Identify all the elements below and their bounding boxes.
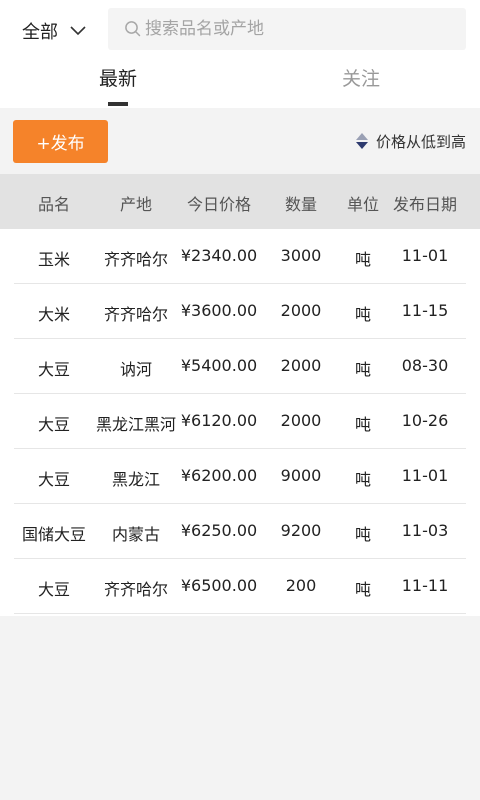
- cell-origin: 齐齐哈尔: [103, 250, 168, 269]
- search-input[interactable]: [145, 19, 445, 39]
- action-bar: +发布 价格从低到高: [0, 108, 480, 174]
- category-filter-label: 全部: [22, 22, 58, 43]
- column-header-price: 今日价格: [186, 195, 251, 214]
- cell-name: 大豆: [37, 360, 70, 379]
- tab-following[interactable]: 关注: [301, 64, 421, 100]
- cell-price: ¥2340.00: [180, 246, 258, 265]
- cell-origin: 黑龙江黑河: [95, 415, 176, 434]
- listing-table: 玉米 齐齐哈尔 ¥2340.00 3000 吨 11-01 大米 齐齐哈尔 ¥3…: [0, 229, 480, 616]
- category-filter-dropdown[interactable]: 全部: [22, 14, 86, 48]
- column-header-origin: 产地: [119, 195, 152, 214]
- search-icon: [124, 20, 142, 38]
- cell-price: ¥6500.00: [180, 576, 258, 595]
- column-header-date: 发布日期: [392, 195, 457, 214]
- active-tab-indicator: [108, 102, 128, 106]
- sort-label: 价格从低到高: [375, 132, 466, 151]
- column-header-name: 品名: [37, 195, 70, 214]
- sort-icon: [355, 132, 369, 150]
- price-sort-toggle[interactable]: 价格从低到高: [355, 130, 466, 152]
- cell-name: 玉米: [37, 250, 70, 269]
- table-header: 品名 产地 今日价格 数量 单位 发布日期: [0, 174, 480, 229]
- top-bar: 全部 最新 关注: [0, 0, 480, 108]
- cell-origin: 内蒙古: [111, 525, 160, 544]
- cell-name: 大米: [37, 305, 70, 324]
- cell-origin: 讷河: [119, 360, 152, 379]
- cell-price: ¥6120.00: [180, 411, 258, 430]
- cell-date: 11-11: [401, 576, 449, 595]
- publish-button[interactable]: +发布: [13, 120, 108, 163]
- tab-latest[interactable]: 最新: [58, 64, 178, 100]
- cell-date: 11-03: [401, 521, 449, 540]
- table-row[interactable]: 大豆 黑龙江 ¥6200.00 9000 吨 11-01: [0, 449, 480, 504]
- table-row[interactable]: 国储大豆 内蒙古 ¥6250.00 9200 吨 11-03: [0, 504, 480, 559]
- search-box[interactable]: [108, 8, 466, 50]
- cell-name: 大豆: [37, 470, 70, 489]
- cell-price: ¥6250.00: [180, 521, 258, 540]
- cell-date: 10-26: [401, 411, 449, 430]
- table-row[interactable]: 大豆 讷河 ¥5400.00 2000 吨 08-30: [0, 339, 480, 394]
- table-row[interactable]: 大豆 黑龙江黑河 ¥6120.00 2000 吨 10-26: [0, 394, 480, 449]
- cell-date: 11-01: [401, 466, 449, 485]
- cell-price: ¥3600.00: [180, 301, 258, 320]
- chevron-down-icon: [70, 23, 86, 39]
- cell-price: ¥5400.00: [180, 356, 258, 375]
- cell-price: ¥6200.00: [180, 466, 258, 485]
- cell-origin: 齐齐哈尔: [103, 580, 168, 599]
- cell-name: 大豆: [37, 415, 70, 434]
- cell-name: 国储大豆: [21, 525, 86, 544]
- table-row[interactable]: 大豆 齐齐哈尔 ¥6500.00 200 吨 11-11: [0, 559, 480, 614]
- cell-date: 08-30: [401, 356, 449, 375]
- cell-origin: 齐齐哈尔: [103, 305, 168, 324]
- cell-origin: 黑龙江: [111, 470, 160, 489]
- cell-date: 11-15: [401, 301, 449, 320]
- table-row[interactable]: 玉米 齐齐哈尔 ¥2340.00 3000 吨 11-01: [0, 229, 480, 284]
- table-row[interactable]: 大米 齐齐哈尔 ¥3600.00 2000 吨 11-15: [0, 284, 480, 339]
- row-divider: [14, 613, 466, 614]
- cell-date: 11-01: [401, 246, 449, 265]
- cell-name: 大豆: [37, 580, 70, 599]
